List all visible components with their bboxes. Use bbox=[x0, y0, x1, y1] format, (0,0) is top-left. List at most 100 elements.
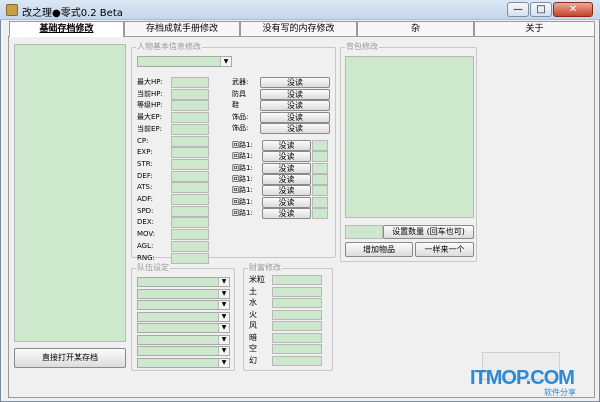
bag-item-list[interactable] bbox=[345, 56, 474, 218]
wealth-label: 暗 bbox=[249, 332, 257, 342]
stat-label: ADF: bbox=[137, 195, 154, 203]
wealth-label: 米粒 bbox=[249, 275, 265, 284]
tab-about[interactable]: 关于 bbox=[474, 21, 595, 36]
stat-input[interactable] bbox=[171, 135, 209, 147]
tab-achievement[interactable]: 存档成就手册修改 bbox=[124, 21, 240, 36]
chevron-down-icon: ▼ bbox=[218, 312, 229, 321]
character-select[interactable]: ▼ bbox=[137, 56, 232, 67]
chevron-down-icon: ▼ bbox=[218, 324, 229, 332]
stat-label: 最大EP: bbox=[137, 113, 163, 122]
chevron-down-icon: ▼ bbox=[218, 278, 229, 286]
stat-input[interactable] bbox=[171, 240, 209, 252]
equip-read-button[interactable]: 没读 bbox=[260, 100, 330, 111]
circuit-read-button[interactable]: 没读 bbox=[262, 207, 311, 219]
set-count-button[interactable]: 设置数量 (回车也可) bbox=[383, 225, 474, 239]
stat-label: 等级HP: bbox=[137, 101, 163, 110]
stat-input[interactable] bbox=[171, 123, 209, 135]
team-member-select[interactable]: ▼ bbox=[137, 277, 230, 287]
stat-input[interactable] bbox=[171, 205, 209, 217]
stat-label: SPD: bbox=[137, 206, 154, 215]
stat-label: AGL: bbox=[137, 241, 154, 250]
equip-label: 饰品: bbox=[232, 112, 249, 121]
stat-input[interactable] bbox=[171, 147, 209, 159]
team-member-select[interactable]: ▼ bbox=[137, 357, 230, 368]
circuit-label: 回路1: bbox=[232, 186, 253, 195]
circuit-read-button[interactable]: 没读 bbox=[262, 173, 311, 185]
equip-label: 防具 bbox=[232, 89, 246, 98]
stat-label: 当前EP: bbox=[137, 124, 163, 133]
wealth-input[interactable] bbox=[272, 309, 322, 320]
wealth-input[interactable] bbox=[272, 275, 322, 285]
circuit-label: 回路1: bbox=[232, 208, 253, 217]
circuit-read-button[interactable]: 没读 bbox=[262, 196, 311, 208]
open-save-button[interactable]: 直接打开某存档 bbox=[14, 348, 126, 368]
stat-input[interactable] bbox=[171, 100, 209, 112]
equip-read-button[interactable]: 没读 bbox=[260, 123, 330, 134]
equip-label: 饰品: bbox=[232, 124, 249, 132]
team-member-select[interactable]: ▼ bbox=[137, 323, 230, 333]
circuit-label: 回路1: bbox=[232, 163, 253, 172]
team-member-select[interactable]: ▼ bbox=[137, 334, 230, 345]
circuit-value-input[interactable] bbox=[312, 185, 328, 197]
equip-read-button[interactable]: 没读 bbox=[260, 77, 330, 88]
equip-label: 武器: bbox=[232, 78, 249, 86]
circuit-read-button[interactable]: 没读 bbox=[262, 151, 311, 163]
stat-input[interactable] bbox=[171, 88, 209, 100]
wealth-input[interactable] bbox=[272, 332, 322, 343]
wealth-input[interactable] bbox=[272, 298, 322, 308]
app-icon bbox=[6, 4, 18, 16]
tab-basic-save[interactable]: 基础存档修改 bbox=[9, 21, 124, 37]
chevron-down-icon: ▼ bbox=[218, 347, 229, 355]
maximize-button[interactable]: □ bbox=[530, 2, 552, 17]
equip-read-button[interactable]: 没读 bbox=[260, 88, 330, 100]
stat-input[interactable] bbox=[171, 158, 209, 170]
stat-input[interactable] bbox=[171, 182, 209, 194]
wealth-input[interactable] bbox=[272, 286, 322, 297]
team-member-select[interactable]: ▼ bbox=[137, 300, 230, 310]
stat-input[interactable] bbox=[171, 194, 209, 205]
minimize-button[interactable]: — bbox=[507, 2, 529, 17]
stat-label: DEX: bbox=[137, 218, 154, 227]
tab-memory[interactable]: 没有写的内存修改 bbox=[240, 21, 357, 36]
stat-input[interactable] bbox=[171, 112, 209, 124]
chevron-down-icon: ▼ bbox=[218, 289, 229, 298]
stat-input[interactable] bbox=[171, 217, 209, 229]
team-group-label: 队伍设定 bbox=[136, 263, 170, 273]
close-button[interactable]: ✕ bbox=[553, 2, 593, 17]
equip-read-button[interactable]: 没读 bbox=[260, 111, 330, 123]
stat-input[interactable] bbox=[171, 77, 209, 88]
wealth-input[interactable] bbox=[272, 344, 322, 354]
wealth-label: 水 bbox=[249, 298, 257, 307]
circuit-value-input[interactable] bbox=[312, 140, 328, 151]
chevron-down-icon: ▼ bbox=[218, 335, 229, 344]
stat-input[interactable] bbox=[171, 252, 209, 264]
circuit-read-button[interactable]: 没读 bbox=[262, 185, 311, 197]
add-same-item-button[interactable]: 一样来一个 bbox=[415, 242, 474, 257]
circuit-read-button[interactable]: 没读 bbox=[262, 162, 311, 174]
circuit-read-button[interactable]: 没读 bbox=[262, 140, 311, 151]
stat-input[interactable] bbox=[171, 229, 209, 241]
save-list[interactable] bbox=[14, 44, 126, 342]
circuit-value-input[interactable] bbox=[312, 207, 328, 219]
wealth-label: 空 bbox=[249, 344, 257, 353]
stat-label: DEF: bbox=[137, 171, 153, 180]
tab-misc[interactable]: 杂 bbox=[357, 21, 474, 36]
wealth-label: 土 bbox=[249, 286, 257, 296]
item-count-input[interactable] bbox=[345, 225, 383, 239]
add-item-button[interactable]: 增加物品 bbox=[345, 242, 413, 257]
stat-input[interactable] bbox=[171, 170, 209, 182]
circuit-label: 回路1: bbox=[232, 174, 253, 183]
wealth-input[interactable] bbox=[272, 321, 322, 331]
circuit-value-input[interactable] bbox=[312, 151, 328, 163]
stat-label: RNG: bbox=[137, 253, 155, 262]
window-title: 改之理●零式0.2 Beta bbox=[22, 8, 123, 19]
team-member-select[interactable]: ▼ bbox=[137, 311, 230, 322]
circuit-value-input[interactable] bbox=[312, 162, 328, 174]
team-member-select[interactable]: ▼ bbox=[137, 346, 230, 356]
circuit-value-input[interactable] bbox=[312, 173, 328, 185]
character-group-label: 人物基本信息修改 bbox=[136, 42, 202, 52]
team-member-select[interactable]: ▼ bbox=[137, 288, 230, 299]
circuit-value-input[interactable] bbox=[312, 196, 328, 208]
wealth-label: 风 bbox=[249, 321, 257, 330]
wealth-input[interactable] bbox=[272, 355, 322, 366]
